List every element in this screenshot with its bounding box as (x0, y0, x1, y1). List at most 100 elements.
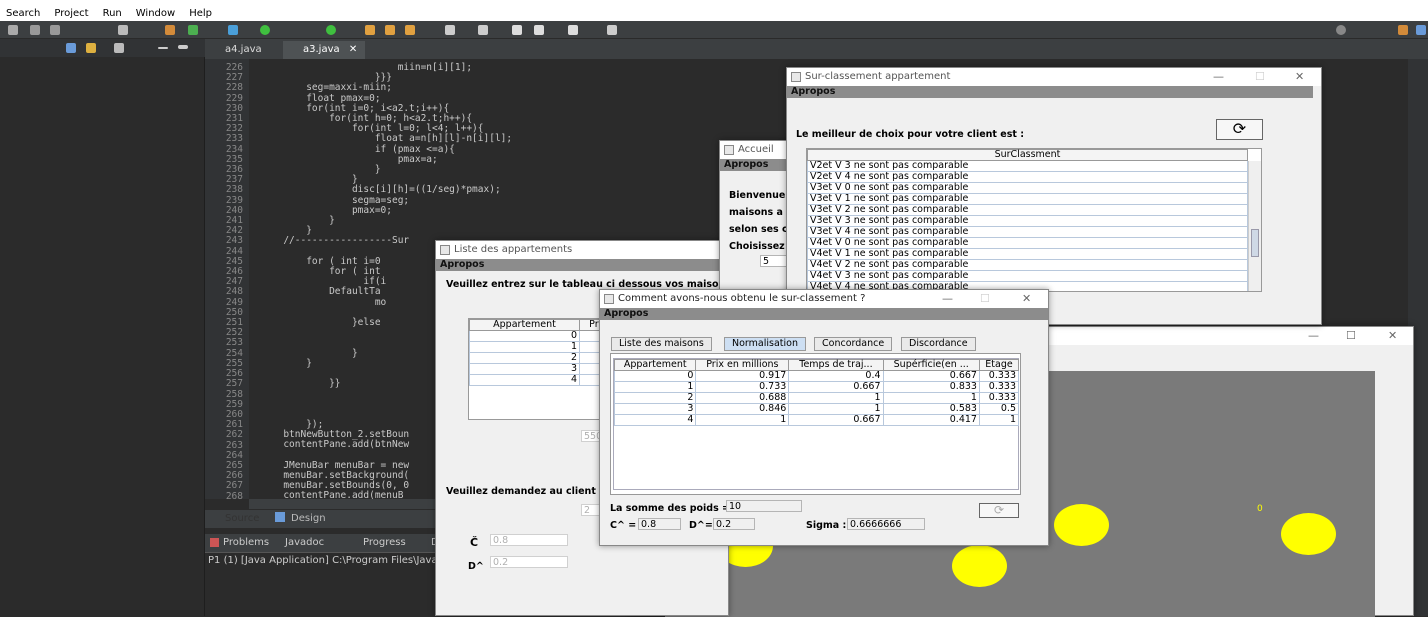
tab-source[interactable]: Source (225, 513, 259, 524)
col-surclassment[interactable]: SurClassment (807, 149, 1248, 161)
menu-window[interactable]: Window (136, 6, 175, 21)
back-arrow-icon[interactable] (534, 25, 544, 35)
apropos-menu[interactable]: Apropos (436, 259, 728, 271)
cell-superficie[interactable]: 0.417 (882, 414, 980, 426)
refresh-icon[interactable] (188, 25, 198, 35)
cell-appartement[interactable]: 3 (468, 363, 581, 375)
col-etage[interactable]: Etage (978, 359, 1020, 371)
d-input[interactable]: 0.2 (490, 556, 568, 568)
annotation-icon[interactable] (445, 25, 455, 35)
search-icon[interactable] (1336, 25, 1346, 35)
table-row[interactable]: V2et V 3 ne sont pas comparable (807, 160, 1248, 172)
cell-appartement[interactable]: 2 (468, 352, 581, 364)
run-icon[interactable] (260, 25, 270, 35)
cell-surclassment[interactable]: V2et V 4 ne sont pas comparable (807, 171, 1248, 183)
cell-superficie[interactable]: 0.667 (882, 370, 980, 382)
external-tools-icon[interactable] (326, 25, 336, 35)
cell-temps[interactable]: 1 (788, 392, 884, 404)
menu-run[interactable]: Run (103, 6, 122, 21)
focus-icon[interactable] (114, 43, 124, 53)
cell-appartement[interactable]: 2 (613, 392, 697, 404)
maximize-button[interactable]: ☐ (980, 290, 990, 308)
surclassement-table-pane[interactable]: SurClassment V2et V 3 ne sont pas compar… (806, 148, 1262, 292)
close-button[interactable]: ✕ (1022, 290, 1031, 308)
table-row[interactable]: 4 1 0.667 0.417 1 (613, 414, 1020, 426)
bug-icon[interactable] (165, 25, 175, 35)
table-row[interactable]: 3 0.846 1 0.583 0.5 (613, 403, 1020, 415)
tab-javadoc[interactable]: Javadoc (285, 537, 324, 548)
cell-temps[interactable]: 0.667 (788, 381, 884, 393)
cell-etage[interactable]: 1 (978, 414, 1020, 426)
minimize-button[interactable]: — (1308, 327, 1319, 345)
table-row[interactable]: 0 0.917 0.4 0.667 0.333 (613, 370, 1020, 382)
menu-help[interactable]: Help (189, 6, 212, 21)
cell-appartement[interactable]: 0 (613, 370, 697, 382)
refresh-button[interactable]: ⟳ (1216, 119, 1263, 140)
cell-etage[interactable]: 0.333 (978, 370, 1020, 382)
tab-a4[interactable]: a4.java (205, 41, 270, 59)
cell-temps[interactable]: 0.667 (788, 414, 884, 426)
normalisation-table-pane[interactable]: Appartement Prix en millions Temps de tr… (613, 358, 1020, 490)
next-annotation-icon[interactable] (478, 25, 488, 35)
cell-superficie[interactable]: 0.833 (882, 381, 980, 393)
maximize-button[interactable]: ☐ (1346, 327, 1356, 345)
cell-surclassment[interactable]: V4et V 1 ne sont pas comparable (807, 248, 1248, 260)
close-button[interactable]: ✕ (1295, 68, 1304, 86)
table-row[interactable]: 1 (468, 341, 617, 353)
close-button[interactable]: ✕ (1388, 327, 1397, 345)
minimize-icon[interactable] (158, 47, 168, 49)
link-icon[interactable] (86, 43, 96, 53)
cell-surclassment[interactable]: V4et V 3 ne sont pas comparable (807, 270, 1248, 282)
cell-surclassment[interactable]: V3et V 1 ne sont pas comparable (807, 193, 1248, 205)
save-icon[interactable] (30, 25, 40, 35)
cell-prix[interactable]: 1 (695, 414, 790, 426)
table-row[interactable]: 2 0.688 1 1 0.333 (613, 392, 1020, 404)
cell-superficie[interactable]: 1 (882, 392, 980, 404)
table-row[interactable]: 3 (468, 363, 617, 375)
cell-temps[interactable]: 1 (788, 403, 884, 415)
cell-prix[interactable]: 0.846 (695, 403, 790, 415)
cell-etage[interactable]: 0.333 (978, 381, 1020, 393)
table-row[interactable]: 0 (468, 330, 617, 342)
collapse-icon[interactable] (66, 43, 76, 53)
java-perspective-icon[interactable] (1416, 25, 1426, 35)
table-row[interactable]: V4et V 2 ne sont pas comparable (807, 259, 1248, 271)
tab-normalisation[interactable]: Normalisation (724, 337, 806, 351)
scroll-thumb[interactable] (1251, 229, 1259, 257)
appartement-table-pane[interactable]: Appartement Prix 01234 (468, 318, 618, 420)
cell-surclassment[interactable]: V3et V 3 ne sont pas comparable (807, 215, 1248, 227)
cell-etage[interactable]: 0.5 (978, 403, 1020, 415)
table-row[interactable]: 4 (468, 374, 617, 386)
maximize-button[interactable]: ☐ (1255, 68, 1265, 86)
table-row[interactable]: V3et V 2 ne sont pas comparable (807, 204, 1248, 216)
new-icon[interactable] (8, 25, 18, 35)
cell-prix[interactable]: 0.917 (695, 370, 790, 382)
table-row[interactable]: V3et V 4 ne sont pas comparable (807, 226, 1248, 238)
menu-project[interactable]: Project (54, 6, 88, 21)
cell-appartement[interactable]: 1 (613, 381, 697, 393)
forward-arrow-icon[interactable] (568, 25, 578, 35)
cell-etage[interactable]: 0.333 (978, 392, 1020, 404)
step-icon[interactable] (50, 25, 60, 35)
cell-surclassment[interactable]: V3et V 4 ne sont pas comparable (807, 226, 1248, 238)
cell-appartement[interactable]: 0 (468, 330, 581, 342)
close-icon[interactable]: ✕ (349, 44, 357, 55)
tab-concordance[interactable]: Concordance (814, 337, 893, 351)
refresh-button-disabled[interactable]: ⟳ (979, 503, 1019, 518)
tab-a3[interactable]: a3.java ✕ (283, 41, 366, 59)
menu-search[interactable]: Search (6, 6, 40, 21)
table-row[interactable]: V4et V 3 ne sont pas comparable (807, 270, 1248, 282)
terminal-icon[interactable] (118, 25, 128, 35)
table-row[interactable]: 1 0.733 0.667 0.833 0.333 (613, 381, 1020, 393)
pin-icon[interactable] (607, 25, 617, 35)
open-folder-icon[interactable] (365, 25, 375, 35)
tab-design[interactable]: Design (291, 513, 326, 524)
open-type-icon[interactable] (385, 25, 395, 35)
debug-icon[interactable] (228, 25, 238, 35)
cell-surclassment[interactable]: V4et V 2 ne sont pas comparable (807, 259, 1248, 271)
col-appartement[interactable]: Appartement (468, 319, 581, 331)
tab-problems[interactable]: Problems (223, 537, 269, 548)
pencil-icon[interactable] (405, 25, 415, 35)
table-row[interactable]: V4et V 1 ne sont pas comparable (807, 248, 1248, 260)
minimize-button[interactable]: — (942, 290, 953, 308)
